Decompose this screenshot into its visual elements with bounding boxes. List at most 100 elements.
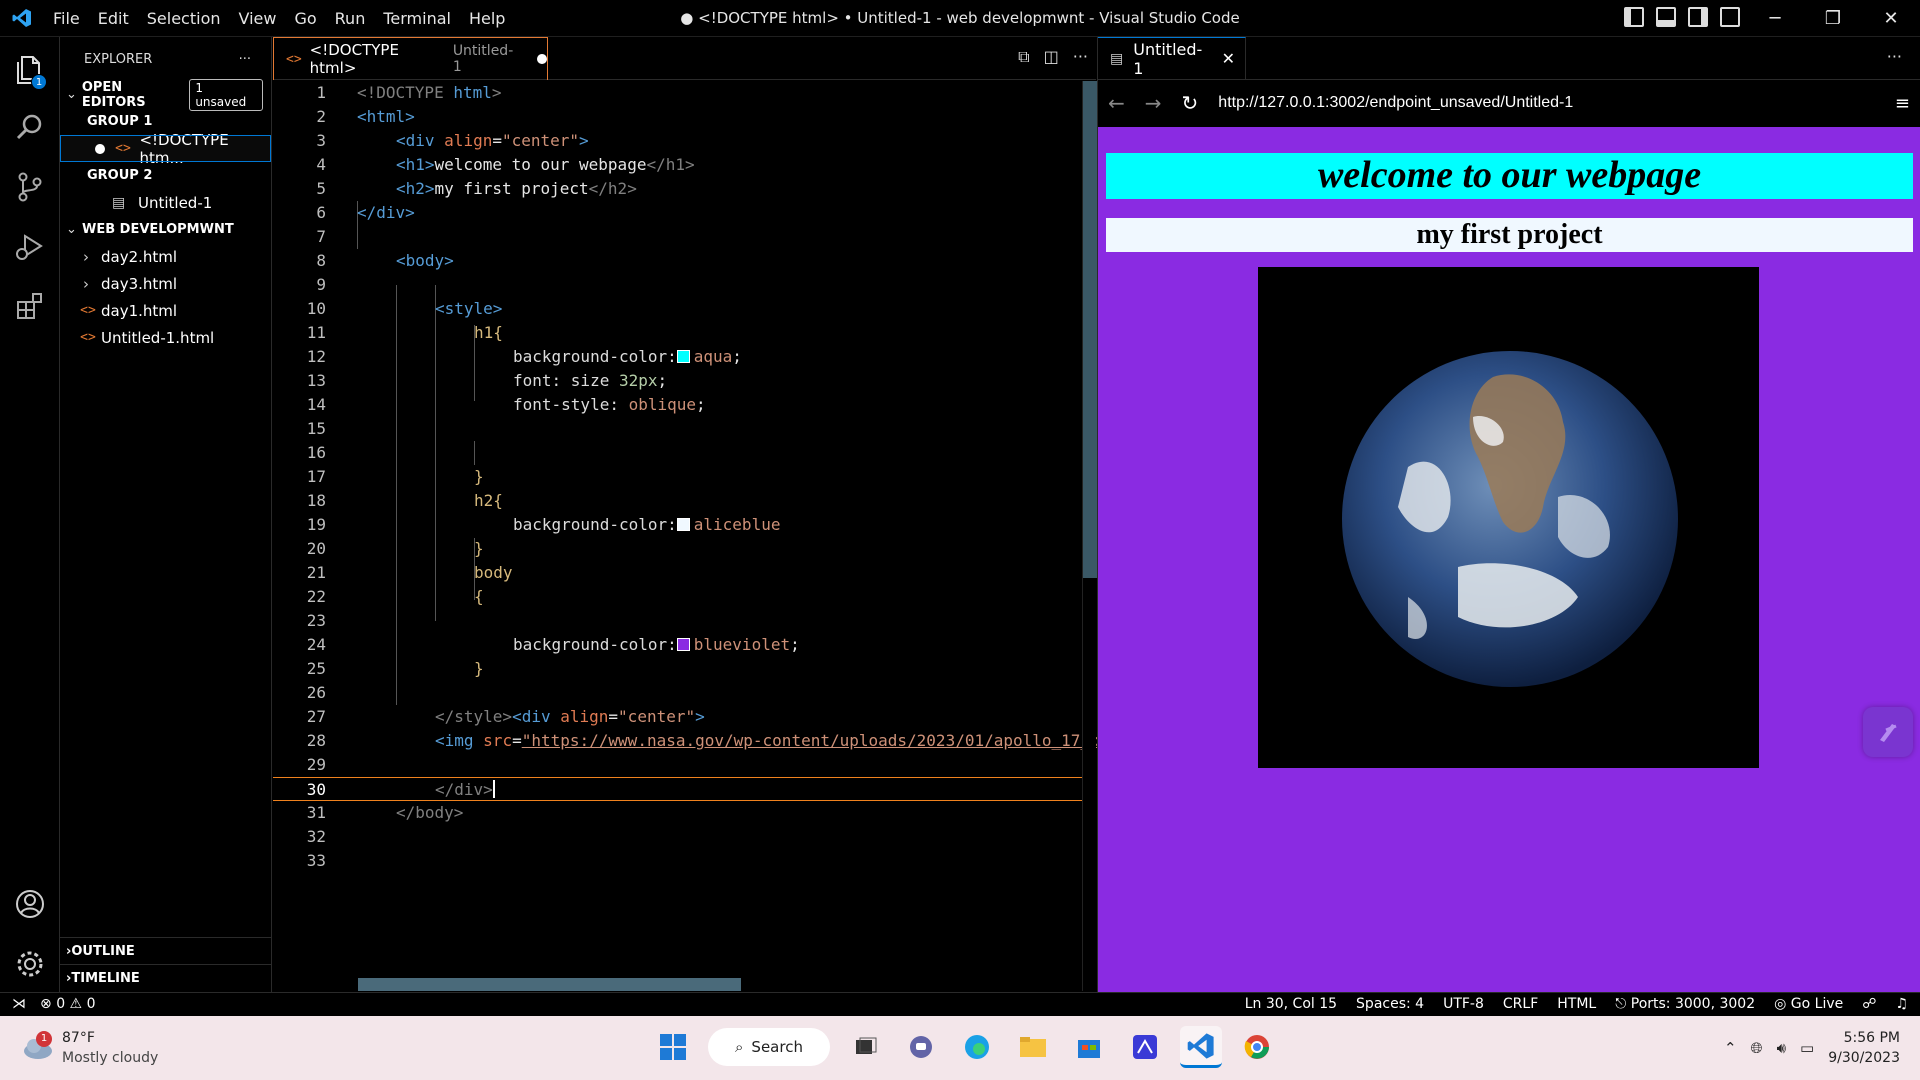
editor-tab-bar: <> <!DOCTYPE html> Untitled-1 ⧉ ◫ ··· bbox=[273, 37, 1096, 80]
open-editor-item-doctype[interactable]: <> <!DOCTYPE htm... bbox=[60, 131, 271, 167]
source-control-icon[interactable] bbox=[0, 160, 60, 214]
restore-button[interactable]: ❐ bbox=[1804, 0, 1862, 37]
back-arrow-icon[interactable]: ← bbox=[1108, 91, 1125, 115]
close-icon[interactable]: ✕ bbox=[1222, 49, 1235, 68]
menu-view[interactable]: View bbox=[230, 0, 286, 37]
workspace-folder-section[interactable]: ⌄ WEB DEVELOPMWNT bbox=[60, 216, 271, 243]
indentation[interactable]: Spaces: 4 bbox=[1356, 996, 1424, 1012]
menu-terminal[interactable]: Terminal bbox=[374, 0, 460, 37]
code-area[interactable]: 1 <!DOCTYPE html> 2 <html> 3 <div align="ce… bbox=[273, 81, 1100, 991]
toggle-secondary-sidebar-icon[interactable] bbox=[1688, 7, 1708, 27]
battery-icon[interactable]: ▭ bbox=[1800, 1039, 1814, 1057]
forward-arrow-icon[interactable]: → bbox=[1145, 91, 1162, 115]
tree-item-day3[interactable]: › day3.html bbox=[60, 270, 271, 297]
line-ending[interactable]: CRLF bbox=[1503, 996, 1538, 1012]
tree-item-untitled-html[interactable]: <> Untitled-1.html bbox=[60, 324, 271, 351]
html-file-icon: <> bbox=[115, 141, 131, 156]
rendered-page: welcome to our webpage my first project bbox=[1098, 127, 1920, 992]
color-swatch[interactable] bbox=[676, 518, 690, 531]
teams-chat-icon[interactable] bbox=[900, 1026, 942, 1068]
code-line: 20} bbox=[306, 539, 484, 558]
copilot-widget-icon[interactable] bbox=[1863, 707, 1913, 757]
preview-tab-title: Untitled-1 bbox=[1133, 39, 1203, 78]
outline-section[interactable]: › OUTLINE bbox=[60, 937, 272, 964]
explorer-title: EXPLORER bbox=[84, 51, 153, 67]
chrome-browser-icon[interactable] bbox=[1236, 1026, 1278, 1068]
explorer-icon[interactable]: 1 bbox=[0, 42, 60, 96]
tree-item-day1[interactable]: <> day1.html bbox=[60, 297, 271, 324]
show-hidden-icons-chevron-icon[interactable]: ⌃ bbox=[1724, 1039, 1737, 1057]
open-editor-label: Untitled-1 bbox=[138, 193, 213, 212]
more-actions-icon[interactable]: ··· bbox=[1073, 47, 1088, 67]
vertical-scrollbar[interactable] bbox=[1082, 81, 1097, 991]
go-live-button[interactable]: ◎ Go Live bbox=[1774, 996, 1843, 1012]
menu-run[interactable]: Run bbox=[326, 0, 375, 37]
remote-indicator-icon[interactable]: ⋊ bbox=[12, 996, 26, 1012]
weather-widget[interactable]: 1 87°F Mostly cloudy bbox=[20, 1028, 158, 1068]
code-line: 18 h2{ bbox=[306, 491, 503, 510]
open-editors-section[interactable]: ⌄ OPEN EDITORS 1 unsaved bbox=[60, 78, 271, 111]
notifications-bell-icon[interactable]: ♫ bbox=[1895, 996, 1908, 1012]
menu-edit[interactable]: Edit bbox=[89, 0, 138, 37]
encoding[interactable]: UTF-8 bbox=[1443, 996, 1484, 1012]
menu-help[interactable]: Help bbox=[460, 0, 514, 37]
reload-icon[interactable]: ↻ bbox=[1182, 91, 1199, 115]
code-line: 23 bbox=[306, 611, 326, 630]
split-editor-icon[interactable]: ◫ bbox=[1044, 47, 1059, 67]
run-debug-icon[interactable] bbox=[0, 220, 60, 274]
color-swatch[interactable] bbox=[676, 350, 690, 363]
search-icon[interactable] bbox=[0, 100, 60, 154]
code-line: 28 <img src="https://www.nasa.gov/wp-cont… bbox=[306, 731, 1100, 750]
minimize-button[interactable]: ─ bbox=[1746, 0, 1804, 37]
url-field[interactable]: http://127.0.0.1:3002/endpoint_unsaved/U… bbox=[1218, 94, 1573, 112]
open-preview-icon[interactable]: ⧉ bbox=[1018, 47, 1029, 67]
hamburger-menu-icon[interactable]: ≡ bbox=[1895, 93, 1910, 114]
vscode-taskbar-icon[interactable] bbox=[1180, 1026, 1222, 1068]
color-swatch[interactable] bbox=[676, 638, 690, 651]
settings-gear-icon[interactable] bbox=[0, 937, 60, 991]
ports-indicator[interactable]: ⎋ Ports: 3000, 3002 bbox=[1615, 996, 1755, 1012]
problems-indicator[interactable]: ⊗ 0 ⚠ 0 bbox=[40, 996, 95, 1012]
code-line: 8 <body> bbox=[316, 251, 454, 270]
menu-go[interactable]: Go bbox=[285, 0, 325, 37]
file-explorer-icon[interactable] bbox=[1012, 1026, 1054, 1068]
customize-layout-icon[interactable] bbox=[1720, 7, 1740, 27]
menu-selection[interactable]: Selection bbox=[138, 0, 230, 37]
code-line: 19 background-color: aliceblue bbox=[306, 515, 781, 534]
task-view-icon[interactable] bbox=[844, 1026, 886, 1068]
language-mode[interactable]: HTML bbox=[1557, 996, 1596, 1012]
feedback-icon[interactable]: ☍ bbox=[1862, 996, 1876, 1012]
app-icon[interactable] bbox=[1124, 1026, 1166, 1068]
code-line: 7 bbox=[316, 227, 326, 246]
activity-bar: 1 bbox=[0, 37, 60, 992]
more-actions-icon[interactable]: ··· bbox=[1887, 47, 1902, 66]
clock[interactable]: 5:56 PM 9/30/2023 bbox=[1828, 1028, 1900, 1068]
open-editor-item-untitled[interactable]: ▤ Untitled-1 bbox=[60, 189, 271, 216]
taskbar-search[interactable]: ⌕ Search bbox=[708, 1028, 830, 1066]
volume-icon[interactable]: 🔊︎ bbox=[1777, 1039, 1786, 1057]
tree-item-day2[interactable]: › day2.html bbox=[60, 243, 271, 270]
windows-start-icon[interactable] bbox=[652, 1026, 694, 1068]
microsoft-store-icon[interactable] bbox=[1068, 1026, 1110, 1068]
tree-item-label: day1.html bbox=[101, 301, 178, 320]
toggle-panel-icon[interactable] bbox=[1656, 7, 1676, 27]
temperature: 87°F bbox=[62, 1030, 95, 1046]
code-line: 16 bbox=[306, 443, 326, 462]
network-globe-icon[interactable]: 🌐︎ bbox=[1751, 1039, 1763, 1057]
close-window-button[interactable]: ✕ bbox=[1862, 0, 1920, 37]
accounts-icon[interactable] bbox=[0, 877, 60, 931]
menu-file[interactable]: File bbox=[44, 0, 89, 37]
explorer-more-button[interactable]: ··· bbox=[239, 52, 251, 67]
weather-condition: Mostly cloudy bbox=[62, 1050, 159, 1066]
cursor-position[interactable]: Ln 30, Col 15 bbox=[1245, 996, 1337, 1012]
extensions-icon[interactable] bbox=[0, 280, 60, 334]
unsaved-dot-icon[interactable] bbox=[537, 54, 547, 64]
editor-tab-doctype[interactable]: <> <!DOCTYPE html> Untitled-1 bbox=[273, 37, 548, 80]
timeline-section[interactable]: › TIMELINE bbox=[60, 964, 272, 991]
preview-tab[interactable]: ▤ Untitled-1 ✕ bbox=[1098, 36, 1246, 80]
horizontal-scrollbar[interactable] bbox=[358, 978, 741, 991]
toggle-primary-sidebar-icon[interactable] bbox=[1624, 7, 1644, 27]
code-line: 12 background-color: aqua; bbox=[306, 347, 742, 366]
scrollbar-thumb[interactable] bbox=[1083, 81, 1097, 578]
edge-browser-icon[interactable] bbox=[956, 1026, 998, 1068]
